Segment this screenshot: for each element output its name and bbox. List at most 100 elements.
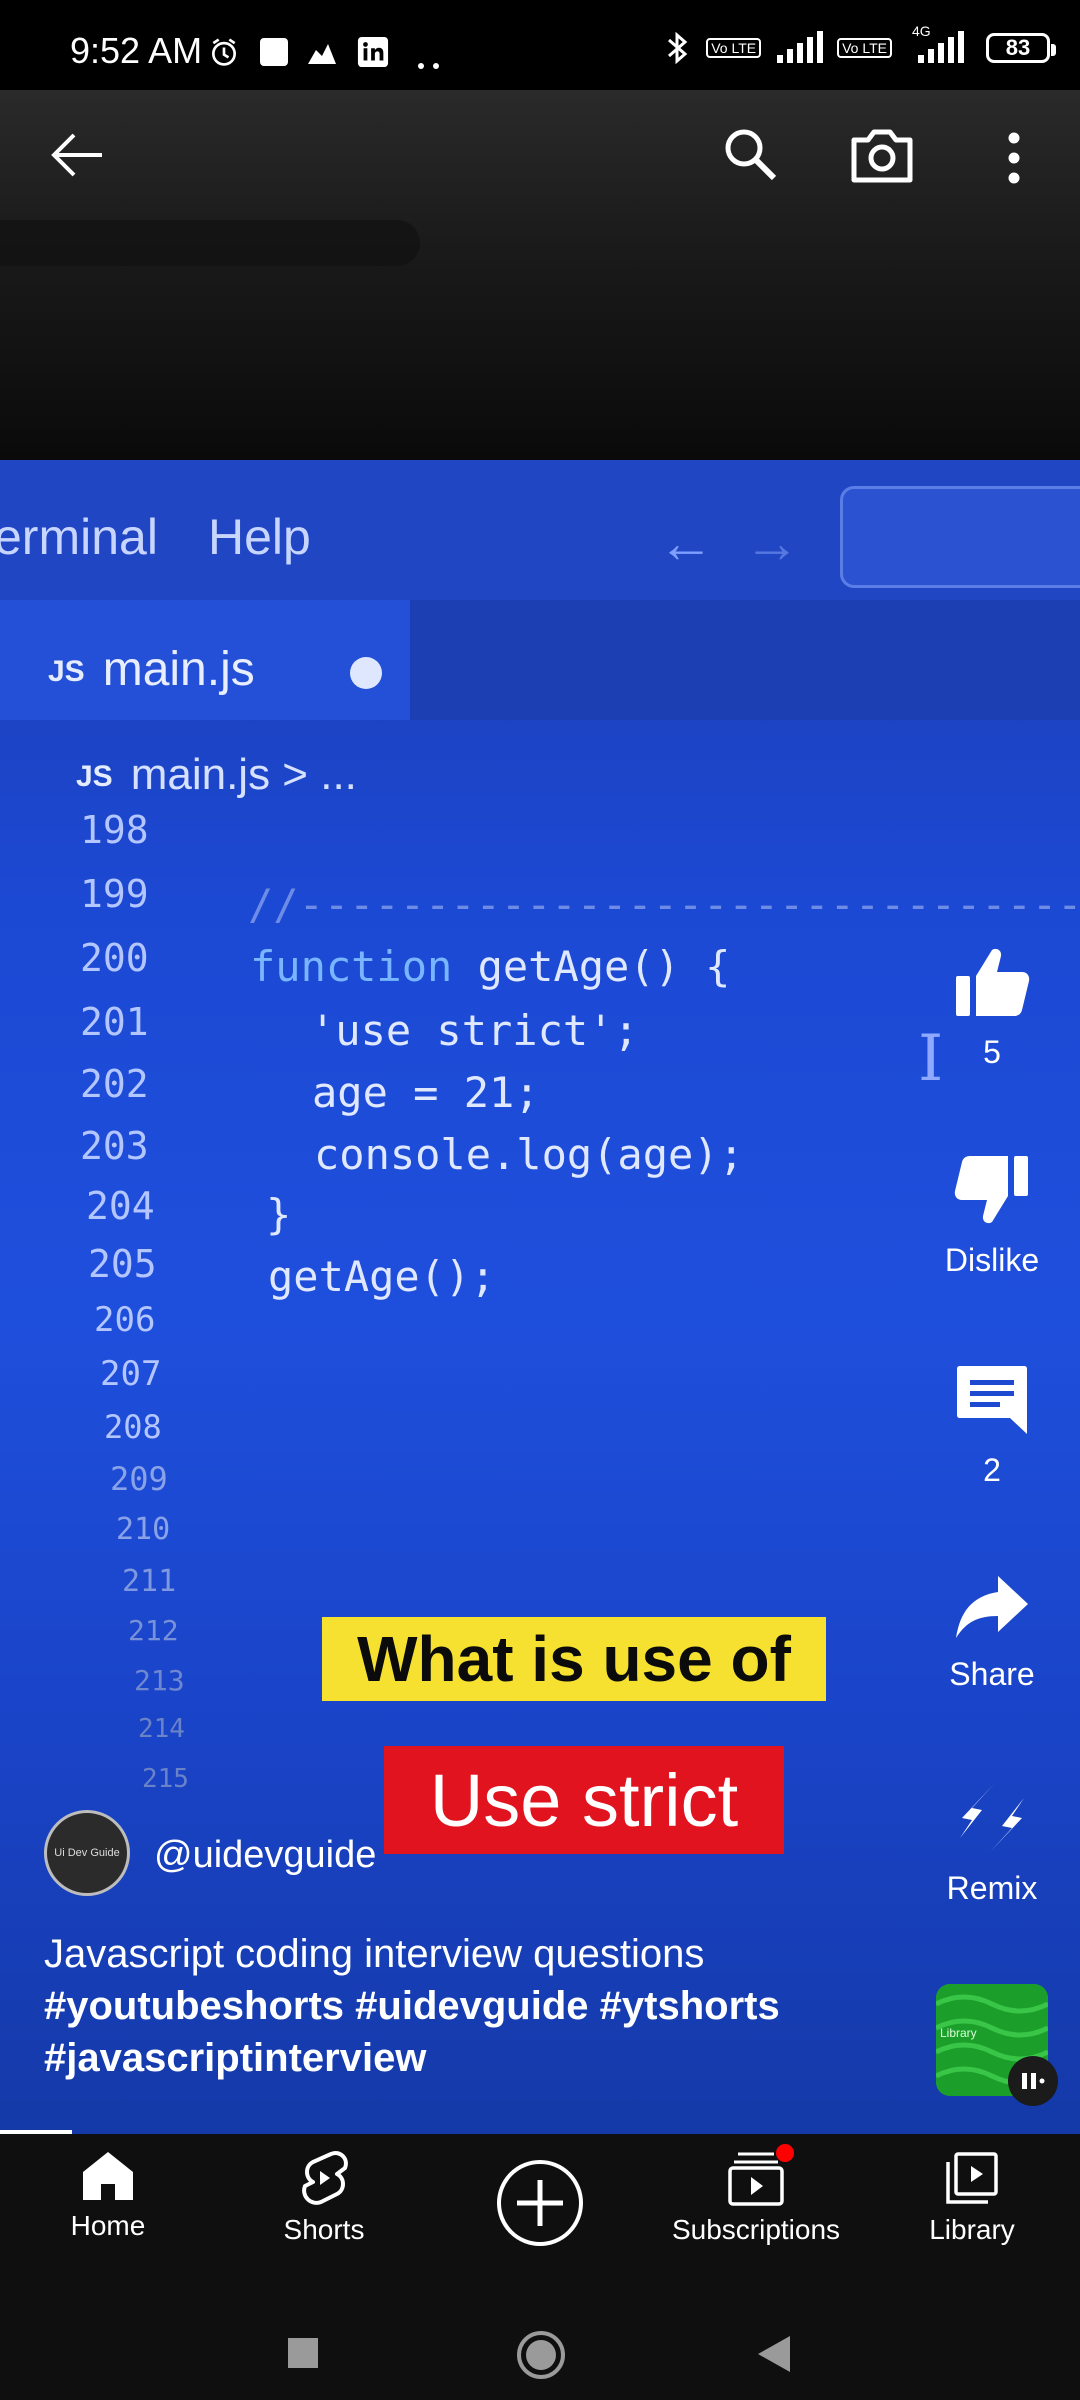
line-number: 198 (80, 808, 149, 852)
line-number: 213 (134, 1664, 185, 1697)
system-navigation-bar (0, 2300, 1080, 2400)
code-keyword: function (250, 942, 453, 991)
search-icon[interactable] (722, 126, 778, 182)
video-tab-filename: main.js (102, 643, 255, 696)
status-time: 9:52 AM (70, 30, 203, 71)
line-number: 210 (116, 1512, 171, 1547)
video-description[interactable]: Javascript coding interview questions #y… (44, 1928, 894, 2084)
code-function-decl: getAge() { (452, 942, 731, 991)
video-hashtags: #youtubeshorts #uidevguide #ytshorts #ja… (44, 1984, 780, 2080)
code-line: } (266, 1190, 292, 1239)
video-breadcrumb: JS main.js > ... (76, 750, 357, 800)
video-breadcrumb-text: main.js > ... (130, 750, 357, 799)
line-number: 199 (80, 872, 149, 916)
remix-button[interactable]: Remix (930, 1780, 1054, 1907)
code-function-line: function getAge() { (250, 942, 730, 991)
pause-icon (1022, 2073, 1045, 2089)
more-notifications-icon (418, 63, 439, 69)
line-number: 200 (80, 936, 149, 980)
share-icon (956, 1576, 1028, 1638)
nav-shorts-label: Shorts (283, 2214, 365, 2245)
bluetooth-icon (668, 31, 688, 65)
cloud-app-icon (308, 44, 336, 64)
video-bezel-slot (0, 220, 420, 266)
battery-level: 83 (1005, 35, 1031, 60)
thumbs-down-icon (954, 1156, 1028, 1224)
music-playing-indicator[interactable] (1008, 2056, 1058, 2106)
nav-create[interactable] (432, 2158, 648, 2248)
library-icon (946, 2152, 998, 2204)
line-number: 208 (104, 1408, 162, 1446)
subscriptions-notification-dot (776, 2144, 794, 2162)
video-editor-search-box (840, 486, 1080, 588)
back-arrow-icon[interactable] (50, 130, 106, 180)
recents-square-icon[interactable] (286, 2336, 320, 2370)
volte-badge-2: Vo LTE (837, 38, 892, 58)
like-button[interactable]: 5 (930, 944, 1054, 1071)
share-button[interactable]: Share (930, 1572, 1054, 1693)
create-plus-icon (497, 2160, 583, 2246)
share-label: Share (949, 1656, 1035, 1692)
nav-shorts[interactable]: Shorts (216, 2150, 432, 2246)
line-number: 207 (100, 1354, 162, 1394)
signal-strength-icon-1 (777, 31, 824, 63)
nav-library[interactable]: Library (864, 2150, 1080, 2246)
nav-home-label: Home (70, 2210, 146, 2241)
video-back-arrow-icon: ← (658, 511, 714, 574)
dislike-button[interactable]: Dislike (930, 1152, 1054, 1279)
channel-avatar[interactable]: Ui Dev Guide (44, 1810, 130, 1896)
home-icon (83, 2152, 133, 2200)
camera-icon[interactable] (850, 126, 914, 184)
line-number: 202 (80, 1062, 149, 1106)
video-menu-help: Help (208, 509, 311, 565)
video-title: Javascript coding interview questions (44, 1932, 705, 1976)
status-right-group: Vo LTE Vo LTE 4G 83 (662, 23, 1056, 66)
like-count: 5 (983, 1034, 1001, 1070)
code-line: console.log(age); (314, 1130, 744, 1179)
video-menu-terminal: erminal (0, 509, 158, 565)
nav-subscriptions[interactable]: Subscriptions (648, 2144, 864, 2246)
code-line: age = 21; (312, 1068, 540, 1117)
code-comment: //--------------------------------------… (248, 880, 1080, 929)
line-number: 214 (138, 1714, 185, 1744)
comments-button[interactable]: 2 (930, 1362, 1054, 1489)
code-line: 'use strict'; (310, 1006, 639, 1055)
battery-indicator: 83 (986, 33, 1056, 63)
line-number: 206 (94, 1300, 156, 1340)
channel-avatar-text: Ui Dev Guide (54, 1847, 120, 1859)
alarm-icon (212, 38, 236, 66)
caption-topic: Use strict (384, 1746, 784, 1854)
signal-strength-icon-2 (918, 31, 964, 63)
linkedin-icon (357, 36, 389, 68)
unsaved-dot-icon (350, 657, 382, 689)
video-bezel (0, 90, 1080, 460)
channel-handle[interactable]: @uidevguide (154, 1834, 376, 1877)
remix-icon (960, 1784, 1024, 1852)
dislike-label: Dislike (944, 1242, 1040, 1278)
back-triangle-icon[interactable] (756, 2334, 792, 2374)
line-number: 209 (110, 1460, 168, 1498)
status-bar: 9:52 AM Vo LTE Vo LTE 4G 83 (0, 0, 1080, 90)
line-number: 212 (128, 1614, 179, 1647)
subscriptions-icon-wrap (726, 2144, 794, 2206)
thumbs-up-icon (956, 948, 1030, 1016)
line-number: 204 (86, 1184, 155, 1228)
js-file-icon-small: JS (76, 760, 113, 794)
home-circle-icon[interactable] (516, 2330, 566, 2380)
js-file-icon: JS (48, 655, 85, 689)
more-options-icon[interactable] (1000, 130, 1028, 186)
code-line: getAge(); (268, 1252, 496, 1301)
line-number: 205 (88, 1242, 157, 1286)
remix-label: Remix (946, 1870, 1038, 1906)
video-tab-label: JS main.js (48, 642, 255, 697)
line-number: 203 (80, 1124, 149, 1168)
line-number: 211 (122, 1564, 177, 1599)
nav-home[interactable]: Home (0, 2150, 216, 2242)
volte-badge-1: Vo LTE (706, 38, 762, 58)
video-forward-arrow-icon: → (744, 511, 800, 574)
nav-subscriptions-label: Subscriptions (671, 2214, 841, 2245)
nav-library-label: Library (929, 2214, 1015, 2245)
notification-square-icon (260, 38, 288, 66)
music-thumbnail-text: Library (940, 2026, 977, 2040)
comment-count: 2 (983, 1452, 1001, 1488)
